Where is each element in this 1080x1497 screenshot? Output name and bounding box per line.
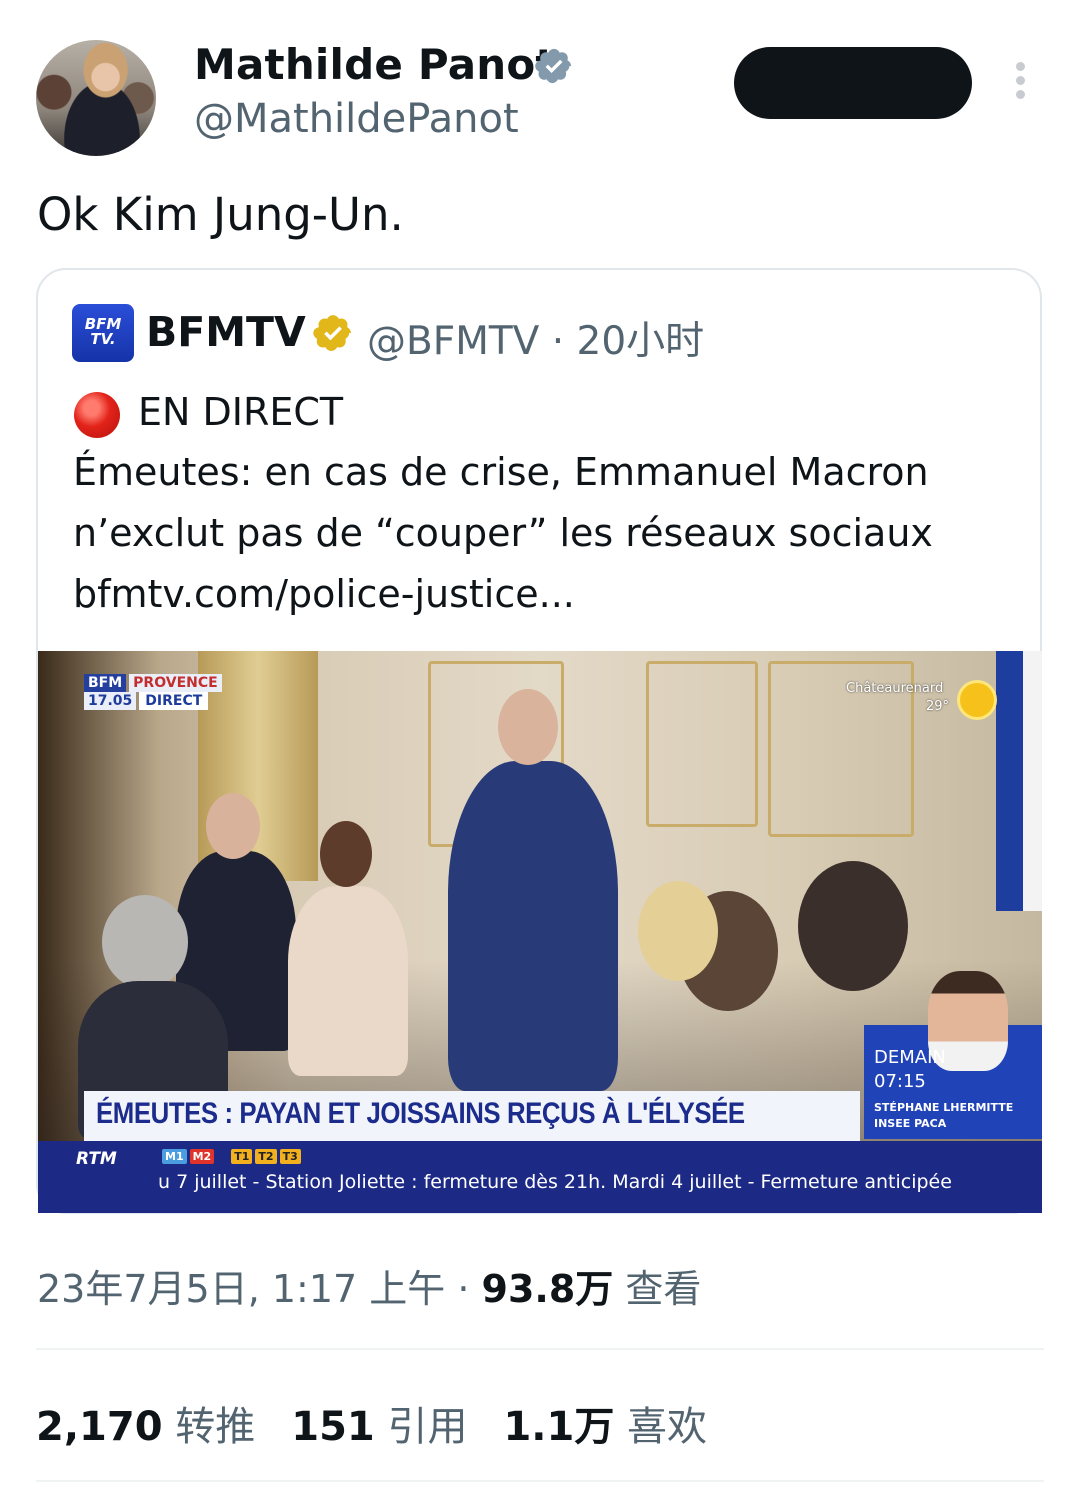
follow-button-redacted[interactable] [734, 47, 972, 119]
demain-time: 07:15 [874, 1071, 926, 1092]
direct-tag: DIRECT [139, 692, 209, 710]
weather-temp: 29° [926, 699, 950, 714]
metro-line-tags: M1 M2 T1 T2 T3 [162, 1149, 304, 1164]
views-label: 查看 [613, 1267, 702, 1311]
demain-label: DEMAIN [874, 1047, 946, 1068]
guest-name: STÉPHANE LHERMITTE [874, 1101, 1014, 1114]
engagement-stats: 2,170 转推 151 引用 1.1万 喜欢 [36, 1394, 743, 1452]
quoted-author-name[interactable]: BFMTV [146, 308, 306, 356]
sun-icon [960, 683, 994, 717]
standing-speaker [448, 761, 618, 1091]
region-tag: PROVENCE [129, 674, 222, 692]
weather-city: Châteaurenard [846, 681, 944, 696]
seated-person [288, 886, 408, 1076]
french-flag [1023, 651, 1042, 911]
rtm-logo: RTM [76, 1149, 117, 1169]
verified-organization-icon [313, 315, 351, 351]
tweet-datetime[interactable]: 23年7月5日, 1:17 上午 · [37, 1267, 482, 1311]
speaker-head [498, 689, 558, 765]
quoted-media-image[interactable]: BFM PROVENCE 17.05 DIRECT Châteaurenard 29… [38, 651, 1042, 1213]
audience-head [638, 881, 718, 981]
tweet-text: Ok Kim Jung-Un. [37, 188, 404, 241]
quoted-handle-time[interactable]: @BFMTV · 20小时 [367, 310, 704, 366]
ticker-text: u 7 juillet - Station Joliette : fermetu… [158, 1171, 952, 1193]
likes-stat[interactable]: 1.1万 喜欢 [503, 1404, 707, 1450]
quoted-text-line-2: n’exclut pas de “couper” les réseaux soc… [73, 511, 933, 555]
metro-line-tag: T2 [255, 1149, 277, 1164]
live-label: EN DIRECT [138, 390, 344, 434]
quoted-text-line-1: Émeutes: en cas de crise, Emmanuel Macro… [73, 450, 929, 494]
channel-tag: BFM [84, 674, 127, 692]
headline-text: ÉMEUTES : PAYAN ET JOISSAINS REÇUS À L'É… [96, 1097, 745, 1130]
metro-line-tag: M2 [189, 1149, 215, 1164]
metro-line-tag: T3 [279, 1149, 301, 1164]
likes-label: 喜欢 [614, 1404, 708, 1450]
verified-badge-icon [535, 48, 572, 84]
wall-panel [646, 661, 758, 827]
tweet-meta: 23年7月5日, 1:17 上午 · 93.8万 查看 [37, 1258, 701, 1313]
bfm-provence-badge: BFM PROVENCE 17.05 DIRECT [84, 674, 222, 710]
retweets-count: 2,170 [36, 1404, 163, 1450]
likes-count: 1.1万 [503, 1404, 615, 1450]
retweets-stat[interactable]: 2,170 转推 [36, 1404, 255, 1450]
person-head [320, 821, 372, 887]
foreground-head [102, 895, 188, 989]
author-avatar[interactable] [36, 40, 156, 156]
metro-line-tag: M1 [162, 1149, 187, 1164]
retweets-label: 转推 [162, 1404, 256, 1450]
quotes-stat[interactable]: 151 引用 [291, 1404, 467, 1450]
quotes-count: 151 [291, 1404, 375, 1450]
quotes-label: 引用 [374, 1404, 468, 1450]
guest-org: INSEE PACA [874, 1117, 947, 1130]
divider [36, 1480, 1044, 1482]
metro-line-tag: T1 [231, 1149, 253, 1164]
tv-logo-text: TV. [90, 330, 116, 348]
person-head [206, 793, 260, 859]
divider [36, 1348, 1044, 1350]
author-handle[interactable]: @MathildePanot [194, 96, 519, 142]
red-circle-icon [74, 392, 120, 438]
views-count: 93.8万 [481, 1267, 614, 1311]
time-tag: 17.05 [84, 692, 137, 710]
bfmtv-avatar[interactable]: BFM TV. [72, 304, 134, 362]
quoted-link[interactable]: bfmtv.com/police-justice... [73, 572, 575, 616]
more-options-icon[interactable] [1006, 62, 1034, 106]
author-name[interactable]: Mathilde Panot [194, 40, 556, 89]
audience-head [798, 861, 908, 991]
